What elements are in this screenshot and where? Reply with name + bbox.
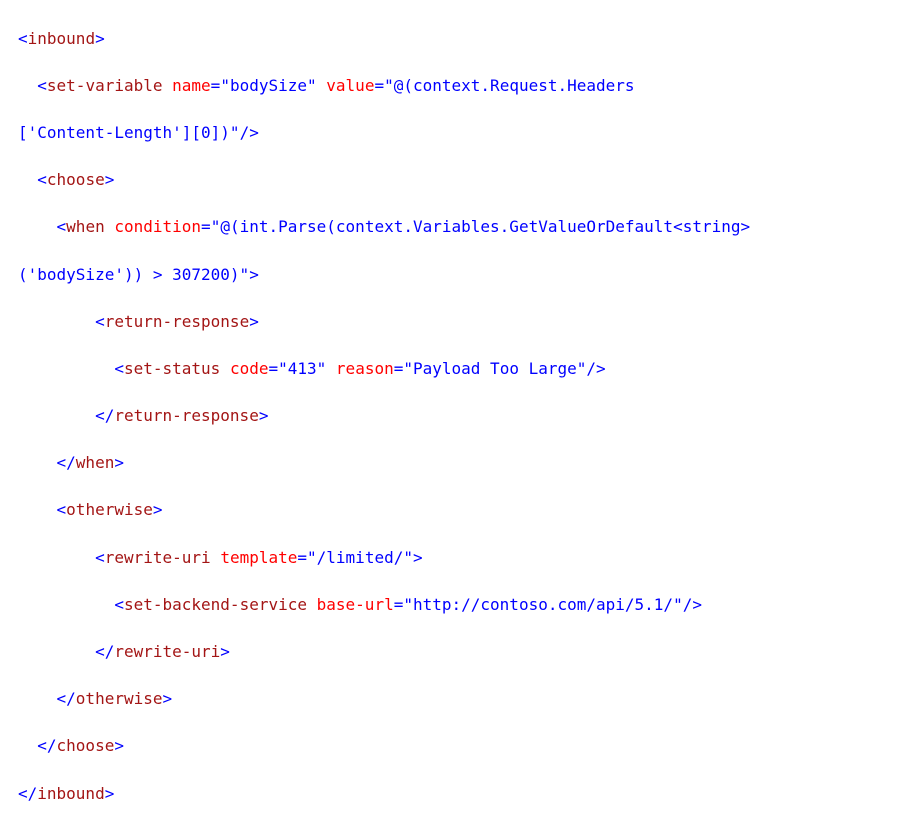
value-headers-part1: "@(context.Request.Headers — [384, 75, 635, 95]
tag-return-response-open: return-response — [104, 311, 250, 331]
code-line-5: <when condition="@(int.Parse(context.Var… — [56, 217, 751, 237]
value-body-size-name: "bodySize" — [220, 75, 317, 95]
code-line-4: <choose> — [37, 170, 115, 190]
tag-set-backend-service: set-backend-service — [123, 594, 307, 614]
attr-reason: reason — [335, 358, 394, 378]
code-line-16: </choose> — [37, 736, 124, 756]
value-headers-part2: ['Content-Length'][0])" — [18, 122, 240, 142]
tag-choose-close: choose — [56, 736, 115, 756]
attr-name: name — [172, 75, 211, 95]
tag-otherwise-open: otherwise — [66, 500, 153, 520]
tag-otherwise-close: otherwise — [75, 689, 163, 709]
value-template: "/limited/" — [307, 547, 413, 567]
tag-when-close: when — [75, 453, 115, 473]
code-line-7: <return-response> — [95, 311, 259, 331]
tag-choose-open: choose — [46, 170, 105, 190]
code-line-15: </otherwise> — [56, 689, 173, 709]
attr-base-url: base-url — [316, 594, 394, 614]
code-line-1: <inbound> — [18, 28, 105, 48]
tag-set-variable: set-variable — [46, 75, 163, 95]
tag-inbound-open: inbound — [27, 28, 96, 48]
tag-set-status: set-status — [123, 358, 221, 378]
code-line-2: <set-variable name="bodySize" value="@(c… — [37, 75, 635, 95]
value-base-url: "http://contoso.com/api/5.1/" — [403, 594, 683, 614]
code-line-14: </rewrite-uri> — [95, 642, 230, 662]
value-status-reason: "Payload Too Large" — [403, 358, 587, 378]
attr-template: template — [220, 547, 298, 567]
attr-code: code — [229, 358, 269, 378]
xml-code-view: <inbound> <set-variable name="bodySize" … — [0, 0, 899, 803]
tag-rewrite-uri-open: rewrite-uri — [104, 547, 211, 567]
code-line-17: </inbound> — [18, 783, 115, 803]
code-line-8: <set-status code="413" reason="Payload T… — [114, 358, 606, 378]
attr-condition: condition — [114, 217, 202, 237]
code-line-13: <set-backend-service base-url="http://co… — [114, 594, 702, 614]
code-line-3: ['Content-Length'][0])"/> — [18, 122, 259, 142]
value-status-code: "413" — [278, 358, 327, 378]
tag-rewrite-uri-close: rewrite-uri — [114, 642, 221, 662]
value-condition-part1: "@(int.Parse(context.Variables.GetValueO… — [210, 217, 751, 237]
value-condition-part2: ('bodySize')) > 307200)" — [18, 264, 250, 284]
code-line-11: <otherwise> — [56, 500, 163, 520]
tag-when-open: when — [66, 217, 105, 237]
attr-value: value — [326, 75, 375, 95]
code-line-12: <rewrite-uri template="/limited/"> — [95, 547, 423, 567]
code-line-6: ('bodySize')) > 307200)"> — [18, 264, 259, 284]
code-line-10: </when> — [56, 453, 124, 473]
code-line-9: </return-response> — [95, 406, 269, 426]
tag-inbound-close: inbound — [37, 783, 105, 803]
